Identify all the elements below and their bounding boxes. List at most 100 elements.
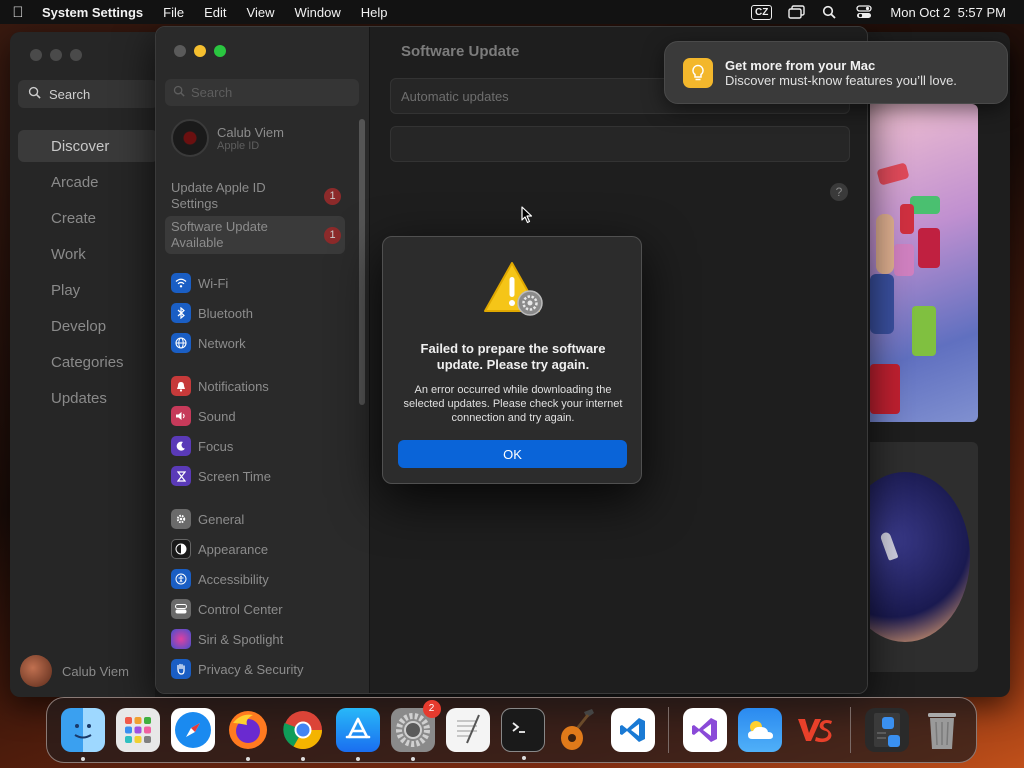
sidebar-item-accessibility[interactable]: Accessibility: [171, 564, 361, 594]
dock-trash[interactable]: [920, 708, 964, 752]
nav-discover[interactable]: Discover: [18, 130, 158, 162]
launchpad-icon: [124, 717, 151, 743]
firefox-icon: [228, 711, 267, 749]
sidebar-item-screen-time[interactable]: Screen Time: [171, 461, 361, 491]
spotlight-search-icon[interactable]: [822, 5, 840, 19]
nav-arcade[interactable]: Arcade: [18, 166, 158, 198]
menu-edit[interactable]: Edit: [194, 5, 236, 20]
nav-play[interactable]: Play: [18, 274, 158, 306]
hand-icon: [171, 659, 191, 679]
sidebar-item-focus[interactable]: Focus: [171, 431, 361, 461]
dock-firefox[interactable]: [226, 708, 270, 761]
automatic-updates-label: Automatic updates: [401, 88, 509, 104]
textedit-icon: [456, 714, 480, 744]
page-title: Software Update: [401, 43, 520, 60]
sidebar-item-label: Appearance: [198, 541, 269, 557]
nav-categories[interactable]: Categories: [18, 346, 158, 378]
menu-help[interactable]: Help: [351, 5, 398, 20]
help-button[interactable]: ?: [830, 183, 848, 201]
sidebar-item-general[interactable]: General: [171, 504, 361, 534]
gear-icon: [171, 509, 191, 529]
notification-title: Get more from your Mac: [725, 57, 876, 73]
zoom-button[interactable]: [70, 49, 82, 61]
terminal-icon: [511, 722, 525, 733]
sidebar-item-control-center[interactable]: Control Center: [171, 594, 361, 624]
close-button[interactable]: [174, 45, 186, 57]
sidebar-item-label: Control Center: [198, 601, 283, 617]
dock-weather[interactable]: [737, 708, 782, 752]
apple-id-subtitle: Apple ID: [217, 139, 260, 152]
update-apple-id-settings-item[interactable]: Update Apple ID Settings 1: [165, 177, 345, 215]
dock-chrome[interactable]: [281, 708, 325, 761]
dock-finder[interactable]: [60, 708, 105, 761]
moon-icon: [171, 436, 191, 456]
visual-studio-icon: [691, 718, 717, 742]
sidebar-item-siri-spotlight[interactable]: Siri & Spotlight: [171, 624, 361, 654]
dock-app-store[interactable]: [335, 708, 380, 761]
app-store-sidebar: Search Discover Arcade Create Work Play …: [10, 32, 158, 697]
featured-card-creativity[interactable]: [870, 104, 978, 422]
dock-safari[interactable]: [170, 708, 215, 752]
hourglass-icon: [171, 466, 191, 486]
dock-terminal[interactable]: [500, 708, 545, 760]
close-button[interactable]: [30, 49, 42, 61]
speaker-icon: [171, 406, 191, 426]
menu-bar:  System Settings File Edit View Window …: [0, 0, 1024, 24]
sidebar-group-network: Wi-Fi Bluetooth Network: [171, 268, 361, 358]
sidebar-item-notifications[interactable]: Notifications: [171, 371, 361, 401]
vs-logo-icon: [797, 719, 832, 743]
avatar: [20, 655, 52, 687]
minimize-button[interactable]: [194, 45, 206, 57]
menu-app-name[interactable]: System Settings: [36, 5, 153, 20]
menubar-clock[interactable]: Mon Oct 2 5:57 PM: [890, 5, 1006, 20]
search-input[interactable]: [191, 85, 351, 100]
sidebar-item-bluetooth[interactable]: Bluetooth: [171, 298, 361, 328]
apple-menu-icon[interactable]: : [0, 4, 36, 21]
menu-view[interactable]: View: [237, 5, 285, 20]
notification-badge: 2: [422, 700, 441, 718]
dock-vscode[interactable]: [610, 708, 655, 752]
settings-search-field[interactable]: [165, 79, 359, 106]
dock-downloads-stack[interactable]: [864, 708, 909, 752]
finder-icon: [73, 724, 92, 739]
sidebar-item-label: Sound: [198, 408, 236, 424]
tips-notification[interactable]: Get more from your Mac Discover must-kno…: [664, 41, 1008, 104]
ok-button[interactable]: OK: [398, 440, 627, 468]
minimize-button[interactable]: [50, 49, 62, 61]
nav-develop[interactable]: Develop: [18, 310, 158, 342]
bell-icon: [171, 376, 191, 396]
nav-updates[interactable]: Updates: [18, 382, 158, 414]
sidebar-item-appearance[interactable]: Appearance: [171, 534, 361, 564]
dock-system-settings[interactable]: 2: [390, 700, 441, 761]
sidebar-item-sound[interactable]: Sound: [171, 401, 361, 431]
software-update-available-item[interactable]: Software Update Available 1: [165, 216, 345, 254]
dock-vs-game[interactable]: [793, 708, 837, 752]
app-store-search-field[interactable]: Search: [18, 80, 158, 108]
lightbulb-icon: [683, 57, 713, 88]
menu-file[interactable]: File: [153, 5, 194, 20]
dock-launchpad[interactable]: [115, 708, 160, 752]
control-center-icon: [171, 599, 191, 619]
weather-icon: [747, 721, 773, 739]
menu-window[interactable]: Window: [284, 5, 350, 20]
nav-create[interactable]: Create: [18, 202, 158, 234]
input-source-indicator[interactable]: CZ: [751, 4, 773, 20]
dock-garageband[interactable]: [556, 708, 600, 752]
control-center-icon[interactable]: [856, 5, 874, 19]
sidebar-item-wifi[interactable]: Wi-Fi: [171, 268, 361, 298]
zoom-button[interactable]: [214, 45, 226, 57]
nav-work[interactable]: Work: [18, 238, 158, 270]
gear-icon: [395, 713, 430, 747]
screen-mirroring-icon[interactable]: [788, 5, 806, 19]
sidebar-item-privacy-security[interactable]: Privacy & Security: [171, 654, 361, 684]
avatar: [171, 119, 209, 157]
app-store-account[interactable]: Calub Viem: [20, 655, 129, 687]
notice-badge: 1: [324, 187, 341, 205]
sidebar-item-network[interactable]: Network: [171, 328, 361, 358]
featured-card-space-game[interactable]: [870, 442, 978, 672]
chrome-icon: [282, 711, 322, 750]
dock-visual-studio[interactable]: [682, 708, 727, 752]
dock-textedit[interactable]: [445, 708, 490, 752]
apple-id-row[interactable]: Calub Viem Apple ID: [171, 119, 284, 157]
sidebar-scrollbar[interactable]: [359, 119, 365, 405]
